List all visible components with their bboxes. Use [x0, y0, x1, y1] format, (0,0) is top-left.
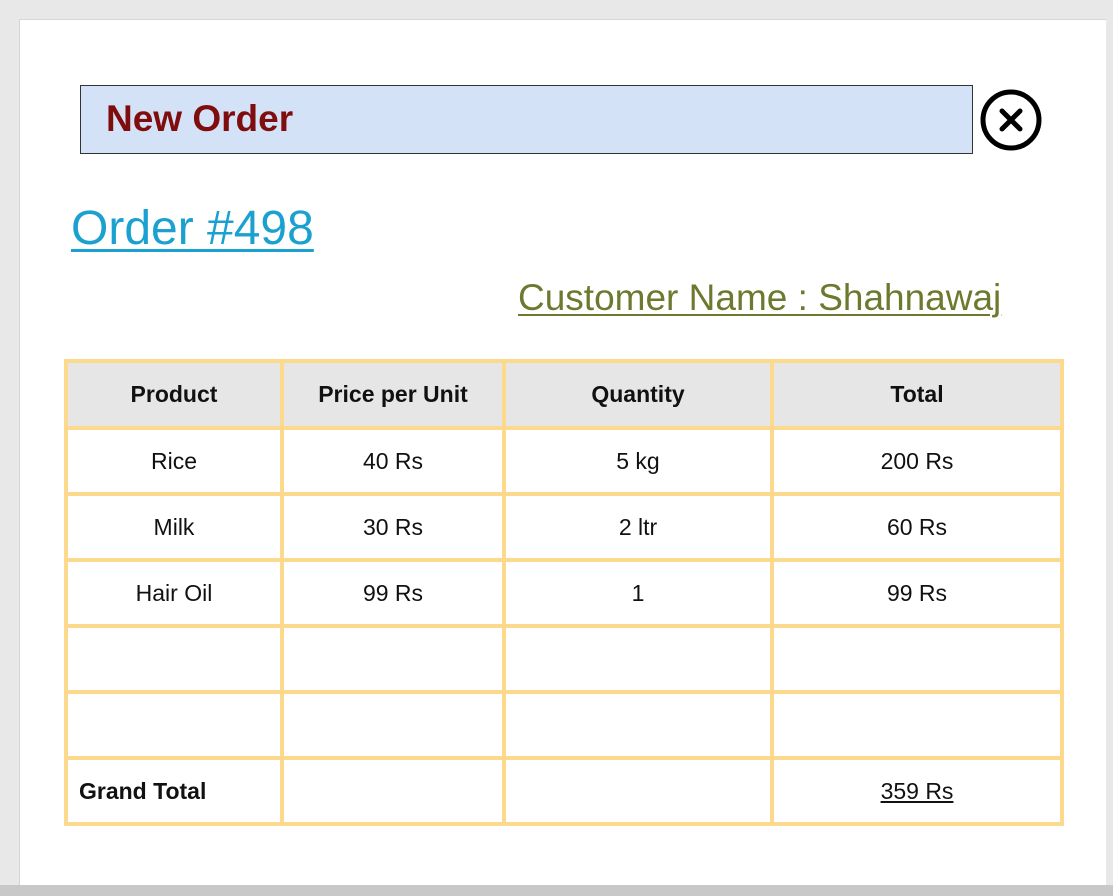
cell-total: 60 Rs: [770, 492, 1064, 562]
grand-total-row: Grand Total 359 Rs: [64, 756, 1064, 826]
close-button[interactable]: [980, 89, 1042, 151]
cell-price: [280, 690, 506, 760]
table-row: Hair Oil 99 Rs 1 99 Rs: [64, 558, 1064, 628]
grand-total-value: 359 Rs: [880, 777, 954, 804]
cell-price: 99 Rs: [280, 558, 506, 628]
table-row: [64, 690, 1064, 760]
column-header-product: Product: [64, 359, 284, 430]
cell-product: Milk: [64, 492, 284, 562]
cell-quantity: 5 kg: [502, 426, 774, 496]
cell-product: [64, 624, 284, 694]
cell-quantity: [502, 624, 774, 694]
column-header-total: Total: [770, 359, 1064, 430]
cell-product: [64, 690, 284, 760]
order-items-table: Product Price per Unit Quantity Total Ri…: [64, 359, 1064, 826]
table-row: Rice 40 Rs 5 kg 200 Rs: [64, 426, 1064, 496]
cell-total: [770, 624, 1064, 694]
table-header-row: Product Price per Unit Quantity Total: [64, 359, 1064, 430]
table-row: [64, 624, 1064, 694]
cell-total: 200 Rs: [770, 426, 1064, 496]
cell-price: 40 Rs: [280, 426, 506, 496]
customer-name: Customer Name : Shahnawaj: [518, 277, 1002, 318]
column-header-quantity: Quantity: [502, 359, 774, 430]
close-circle-icon: [980, 89, 1042, 151]
grand-total-label: Grand Total: [64, 756, 284, 826]
empty-cell: [502, 756, 774, 826]
order-number-link[interactable]: Order #498: [71, 201, 314, 257]
empty-cell: [280, 756, 506, 826]
window-top-edge: [0, 0, 1113, 4]
table-row: Milk 30 Rs 2 ltr 60 Rs: [64, 492, 1064, 562]
cell-price: [280, 624, 506, 694]
cell-price: 30 Rs: [280, 492, 506, 562]
title-bar: New Order: [80, 85, 973, 154]
cell-total: [770, 690, 1064, 760]
cell-product: Rice: [64, 426, 284, 496]
cell-quantity: [502, 690, 774, 760]
cell-product: Hair Oil: [64, 558, 284, 628]
column-header-price: Price per Unit: [280, 359, 506, 430]
grand-total-cell: 359 Rs: [770, 756, 1064, 826]
cell-total: 99 Rs: [770, 558, 1064, 628]
page-title: New Order: [106, 98, 294, 139]
cell-quantity: 2 ltr: [502, 492, 774, 562]
window-bottom-edge: [0, 885, 1113, 896]
cell-quantity: 1: [502, 558, 774, 628]
